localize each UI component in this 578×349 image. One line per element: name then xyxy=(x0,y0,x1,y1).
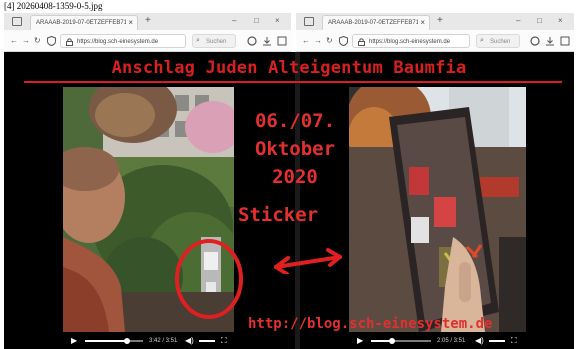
maximize-icon[interactable]: □ xyxy=(537,15,542,27)
highlight-circle-annotation xyxy=(175,239,243,319)
downloads-icon[interactable] xyxy=(545,36,555,46)
seek-progress xyxy=(85,340,127,342)
search-icon: ⌕ xyxy=(480,37,484,44)
volume-icon[interactable]: ◀) xyxy=(475,335,484,347)
left-player-controls: ▶ 3:42 / 3:51 ◀) ⛶ xyxy=(63,334,234,349)
play-icon[interactable]: ▶ xyxy=(71,335,77,347)
address-bar[interactable]: https://blog.sch-einesystem.de xyxy=(60,34,186,48)
forward-icon[interactable]: → xyxy=(22,36,30,46)
volume-icon[interactable]: ◀) xyxy=(185,335,194,347)
shield-extension-icon[interactable] xyxy=(247,36,257,46)
date-line-2: Oktober xyxy=(254,138,336,160)
play-icon[interactable]: ▶ xyxy=(357,335,363,347)
url-text: https://blog.sch-einesystem.de xyxy=(369,39,451,45)
new-tab-icon[interactable]: + xyxy=(437,15,443,27)
time-readout: 2:05 / 3:51 xyxy=(437,338,466,344)
fullscreen-icon[interactable]: ⛶ xyxy=(511,335,517,347)
right-player-controls: ▶ 2:05 / 3:51 ◀) ⛶ xyxy=(349,334,526,349)
browser-tab[interactable]: ARAAAB-2019-07-0ETZEFFEB711 × xyxy=(30,15,138,30)
back-icon[interactable]: ← xyxy=(10,36,18,46)
downloads-icon[interactable] xyxy=(262,36,272,46)
url-text: https://blog.sch-einesystem.de xyxy=(77,39,159,45)
tab-list-icon[interactable] xyxy=(12,17,22,26)
minimize-icon[interactable]: – xyxy=(232,15,236,27)
seek-handle[interactable] xyxy=(389,338,395,344)
window-divider xyxy=(295,52,300,349)
address-bar[interactable]: https://blog.sch-einesystem.de xyxy=(352,34,470,48)
volume-slider[interactable] xyxy=(199,340,215,342)
volume-slider[interactable] xyxy=(489,340,505,342)
seek-bar[interactable] xyxy=(85,338,143,344)
browser-tab[interactable]: ARAAAB-2019-07-0ETZEFFEB711 × xyxy=(322,15,430,30)
right-browser-chrome: ARAAAB-2019-07-0ETZEFFEB711 × + – □ × ← … xyxy=(296,13,574,52)
video-content: Anschlag Juden Alteigentum Baumfia 06./0… xyxy=(4,52,574,349)
navigation-bar: ← → ↻ https://blog.sch-einesystem.de ⌕ S… xyxy=(4,30,291,51)
image-caption: [4] 20260408-1359-0-5.jpg xyxy=(4,1,103,11)
left-browser-chrome: ARAAAB-2019-07-0ETZEFFEB711 × + – □ × ← … xyxy=(4,13,291,52)
date-line-1: 06./07. xyxy=(254,110,336,132)
reload-icon[interactable]: ↻ xyxy=(34,36,41,46)
headline-underline xyxy=(24,81,562,83)
back-icon[interactable]: ← xyxy=(302,36,310,46)
search-icon: ⌕ xyxy=(196,37,200,44)
seek-bar[interactable] xyxy=(371,338,431,344)
window-close-icon[interactable]: × xyxy=(558,15,563,27)
reload-icon[interactable]: ↻ xyxy=(326,36,333,46)
time-readout: 3:42 / 3:51 xyxy=(149,338,178,344)
seek-handle[interactable] xyxy=(123,338,130,344)
navigation-bar: ← → ↻ https://blog.sch-einesystem.de ⌕ S… xyxy=(296,30,574,51)
extensions-icon[interactable] xyxy=(277,36,287,46)
date-line-3: 2020 xyxy=(272,166,318,188)
shield-extension-icon[interactable] xyxy=(530,36,540,46)
tab-title: ARAAAB-2019-07-0ETZEFFEB711 xyxy=(36,20,126,26)
search-field[interactable]: ⌕ Suchen xyxy=(192,34,236,48)
double-arrow-icon xyxy=(274,248,342,274)
video-headline: Anschlag Juden Alteigentum Baumfia xyxy=(111,58,467,78)
tab-title: ARAAAB-2019-07-0ETZEFFEB711 xyxy=(328,20,418,26)
tab-close-icon[interactable]: × xyxy=(420,18,425,28)
minimize-icon[interactable]: – xyxy=(516,15,520,27)
sticker-label: Sticker xyxy=(238,204,319,226)
tab-close-icon[interactable]: × xyxy=(128,18,133,28)
search-placeholder: Suchen xyxy=(206,39,227,45)
tab-strip: ARAAAB-2019-07-0ETZEFFEB711 × + – □ × xyxy=(296,13,574,30)
lock-icon xyxy=(66,38,73,46)
forward-icon[interactable]: → xyxy=(314,36,322,46)
fullscreen-icon[interactable]: ⛶ xyxy=(221,335,227,347)
tab-list-icon[interactable] xyxy=(304,17,314,26)
maximize-icon[interactable]: □ xyxy=(254,15,259,27)
tab-strip: ARAAAB-2019-07-0ETZEFFEB711 × + – □ × xyxy=(4,13,291,30)
blog-url-overlay: http://blog.sch-einesystem.de xyxy=(248,316,493,332)
right-video-frame[interactable] xyxy=(349,87,526,332)
search-field[interactable]: ⌕ Suchen xyxy=(476,34,520,48)
right-video-still xyxy=(349,87,526,332)
search-placeholder: Suchen xyxy=(490,39,511,45)
extensions-icon[interactable] xyxy=(560,36,570,46)
lock-icon xyxy=(358,38,365,46)
window-close-icon[interactable]: × xyxy=(275,15,280,27)
shield-icon[interactable] xyxy=(47,36,56,46)
shield-icon[interactable] xyxy=(339,36,348,46)
new-tab-icon[interactable]: + xyxy=(145,15,151,27)
